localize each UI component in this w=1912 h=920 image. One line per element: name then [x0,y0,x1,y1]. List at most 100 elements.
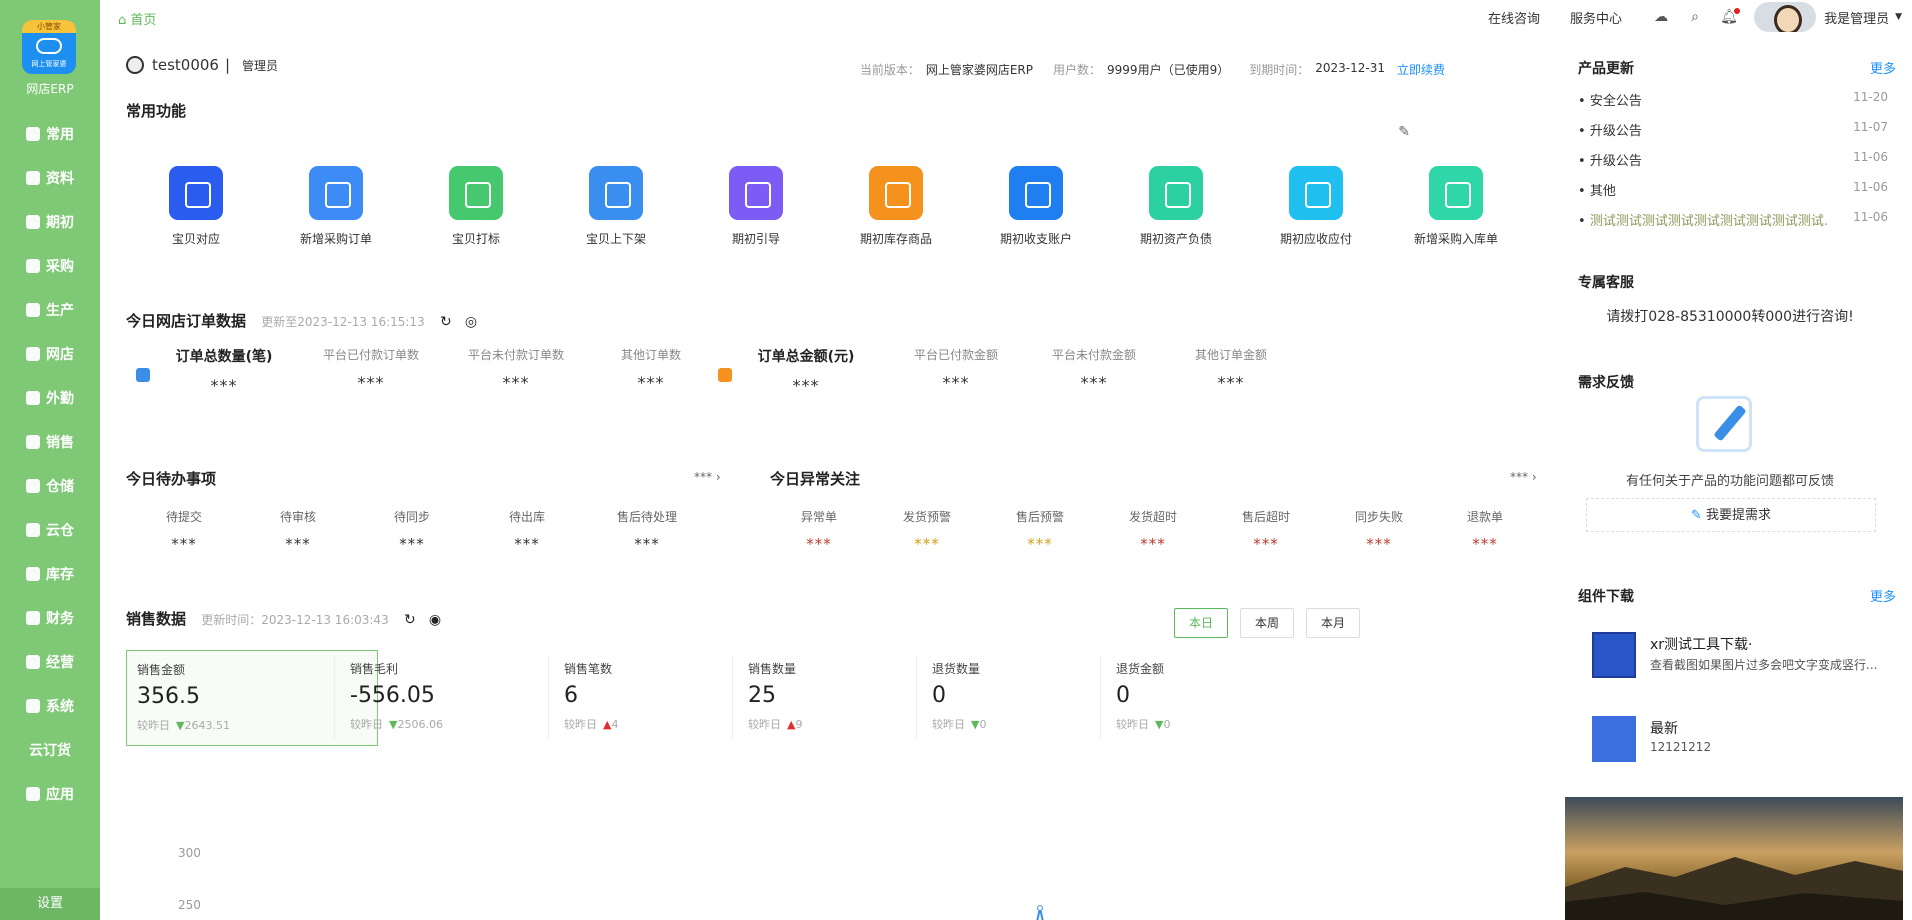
function-shortcut[interactable]: 期初资产负债 [1106,166,1246,247]
settings-button[interactable]: 设置 [0,888,100,920]
range-button[interactable]: 本月 [1306,608,1360,638]
app-logo[interactable]: 小管家 网上管家婆 [22,20,76,74]
bell-icon[interactable]: 🔔︎ [1720,8,1741,26]
stat-label: 售后待处理 [616,510,677,524]
sidebar-item[interactable]: 仓储 [0,464,100,508]
range-button[interactable]: 本周 [1240,608,1294,638]
abnormal-more[interactable]: *** › [1510,470,1537,484]
sidebar-item[interactable]: 常用 [0,112,100,156]
function-shortcut[interactable]: 期初库存商品 [826,166,966,247]
chevron-down-icon[interactable]: ▼ [1895,12,1902,22]
stat-label: 订单总数量(笔) [175,349,273,365]
news-item[interactable]: • 升级公告 11-07 [1578,120,1888,150]
sidebar-item[interactable]: 云仓 [0,508,100,552]
function-shortcut[interactable]: 宝贝上下架 [546,166,686,247]
eye-icon[interactable]: ◉ [429,612,441,628]
refresh-icon[interactable]: ↻ [404,612,416,628]
news-title-text: 升级公告 [1589,154,1642,169]
sales-card[interactable]: 退货数量 0 较昨日 ▼0 [922,650,1092,746]
todo-more[interactable]: *** › [694,470,721,484]
order-amount-icon [718,368,732,382]
common-functions-title: 常用功能 [126,102,187,120]
abnormal-stat[interactable]: 异常单 *** [779,508,859,553]
sidebar-item[interactable]: 采购 [0,244,100,288]
news-item[interactable]: • 测试测试测试测试测试测试测试测试测试... 11-06 [1578,210,1888,240]
box-icon [26,479,40,493]
todo-stat[interactable]: 待出库 *** [487,508,567,553]
stat-value: *** [1472,535,1498,553]
promo-banner[interactable] [1565,797,1903,920]
abnormal-stat[interactable]: 退款单 *** [1445,508,1525,553]
abnormal-more-text: *** [1510,470,1528,484]
sales-card[interactable]: 销售笔数 6 较昨日 ▲4 [554,650,724,746]
range-button[interactable]: 本日 [1174,608,1228,638]
version-value: 网上管家婆网店ERP [925,63,1034,77]
abnormal-stat[interactable]: 售后超时 *** [1226,508,1306,553]
sidebar-item[interactable]: 生产 [0,288,100,332]
component-item[interactable]: xr测试工具下载· 查看截图如果图片过多会吧文字变成竖行... [1592,632,1892,682]
eye-off-icon[interactable]: ◎ [465,314,477,330]
function-shortcut[interactable]: 新增采购入库单 [1386,166,1526,247]
bullet-icon: • [1578,154,1590,169]
online-consult-link[interactable]: 在线咨询 [1488,8,1540,27]
todo-stat[interactable]: 待审核 *** [258,508,338,553]
function-shortcut[interactable]: 新增采购订单 [266,166,406,247]
abnormal-stat[interactable]: 发货超时 *** [1113,508,1193,553]
chevron-right-icon: › [1531,470,1537,484]
sidebar-item[interactable]: 云订货 [0,728,100,772]
sidebar-item[interactable]: 应用 [0,772,100,816]
stat-label: 发货超时 [1128,510,1177,524]
abnormal-stat[interactable]: 同步失败 *** [1339,508,1419,553]
edit-icon[interactable]: ✎ [1398,124,1410,140]
updates-more-link[interactable]: 更多 [1870,58,1896,77]
sales-card[interactable]: 销售数量 25 较昨日 ▲9 [738,650,908,746]
function-shortcut[interactable]: 期初应收应付 [1246,166,1386,247]
stat-label: 售后预警 [1015,510,1064,524]
home-tab[interactable]: ⌂ 首页 [118,9,156,28]
sidebar-item[interactable]: 销售 [0,420,100,464]
function-shortcut[interactable]: 期初收支账户 [966,166,1106,247]
component-item[interactable]: 最新 12121212 [1592,716,1892,766]
sidebar-item[interactable]: 系统 [0,684,100,728]
news-title-text: 升级公告 [1589,124,1642,139]
todo-stat[interactable]: 待同步 *** [372,508,452,553]
function-shortcut[interactable]: 宝贝对应 [126,166,266,247]
download-more-link[interactable]: 更多 [1870,586,1896,605]
chart-svg [1036,905,1044,920]
news-item[interactable]: • 安全公告 11-20 [1578,90,1888,120]
sidebar-item[interactable]: 期初 [0,200,100,244]
sidebar-item[interactable]: 资料 [0,156,100,200]
logo-subtitle: 网上管家婆 [31,60,67,68]
sidebar-item[interactable]: 经营 [0,640,100,684]
component-thumbnail [1592,632,1636,678]
submit-feedback-button[interactable]: ✎ 我要提需求 [1586,498,1876,532]
sidebar-item[interactable]: 财务 [0,596,100,640]
sidebar-item[interactable]: 外勤 [0,376,100,420]
sales-label: 退货金额 [1116,662,1165,676]
todo-stat[interactable]: 待提交 *** [144,508,224,553]
function-shortcut[interactable]: 宝贝打标 [406,166,546,247]
sidebar-item[interactable]: 网店 [0,332,100,376]
user-menu[interactable]: 我是管理员 [1824,8,1889,27]
cloud-download-icon[interactable]: ☁ [1652,8,1670,26]
abnormal-stat[interactable]: 发货预警 *** [887,508,967,553]
sidebar-item[interactable]: 库存 [0,552,100,596]
top-actions: 在线咨询 服务中心 ☁ ⌕ 🔔︎ 我是管理员 ▼ [1488,0,1902,34]
sidebar-item-label: 外勤 [46,391,74,407]
news-item[interactable]: • 升级公告 11-06 [1578,150,1888,180]
service-center-link[interactable]: 服务中心 [1570,8,1622,27]
avatar[interactable] [1754,2,1817,32]
news-item[interactable]: • 其他 11-06 [1578,180,1888,210]
news-title: • 升级公告 [1578,120,1642,150]
function-shortcut[interactable]: 期初引导 [686,166,826,247]
sales-card[interactable]: 退货金额 0 较昨日 ▼0 [1106,650,1276,746]
abnormal-stat[interactable]: 售后预警 *** [1000,508,1080,553]
sales-card[interactable]: 销售毛利 -556.05 较昨日 ▼2506.06 [340,650,540,746]
renew-link[interactable]: 立即续费 [1397,61,1445,78]
sales-compare: 较昨日 ▼0 [1116,716,1266,732]
version-info: 当前版本： 网上管家婆网店ERP 用户数： 9999用户（已使用9） 到期时间：… [860,61,1445,78]
refresh-icon[interactable]: ↻ [440,314,452,330]
todo-stat[interactable]: 售后待处理 *** [607,508,687,553]
feedback-title: 需求反馈 [1578,375,1634,391]
search-icon[interactable]: ⌕ [1686,8,1704,26]
